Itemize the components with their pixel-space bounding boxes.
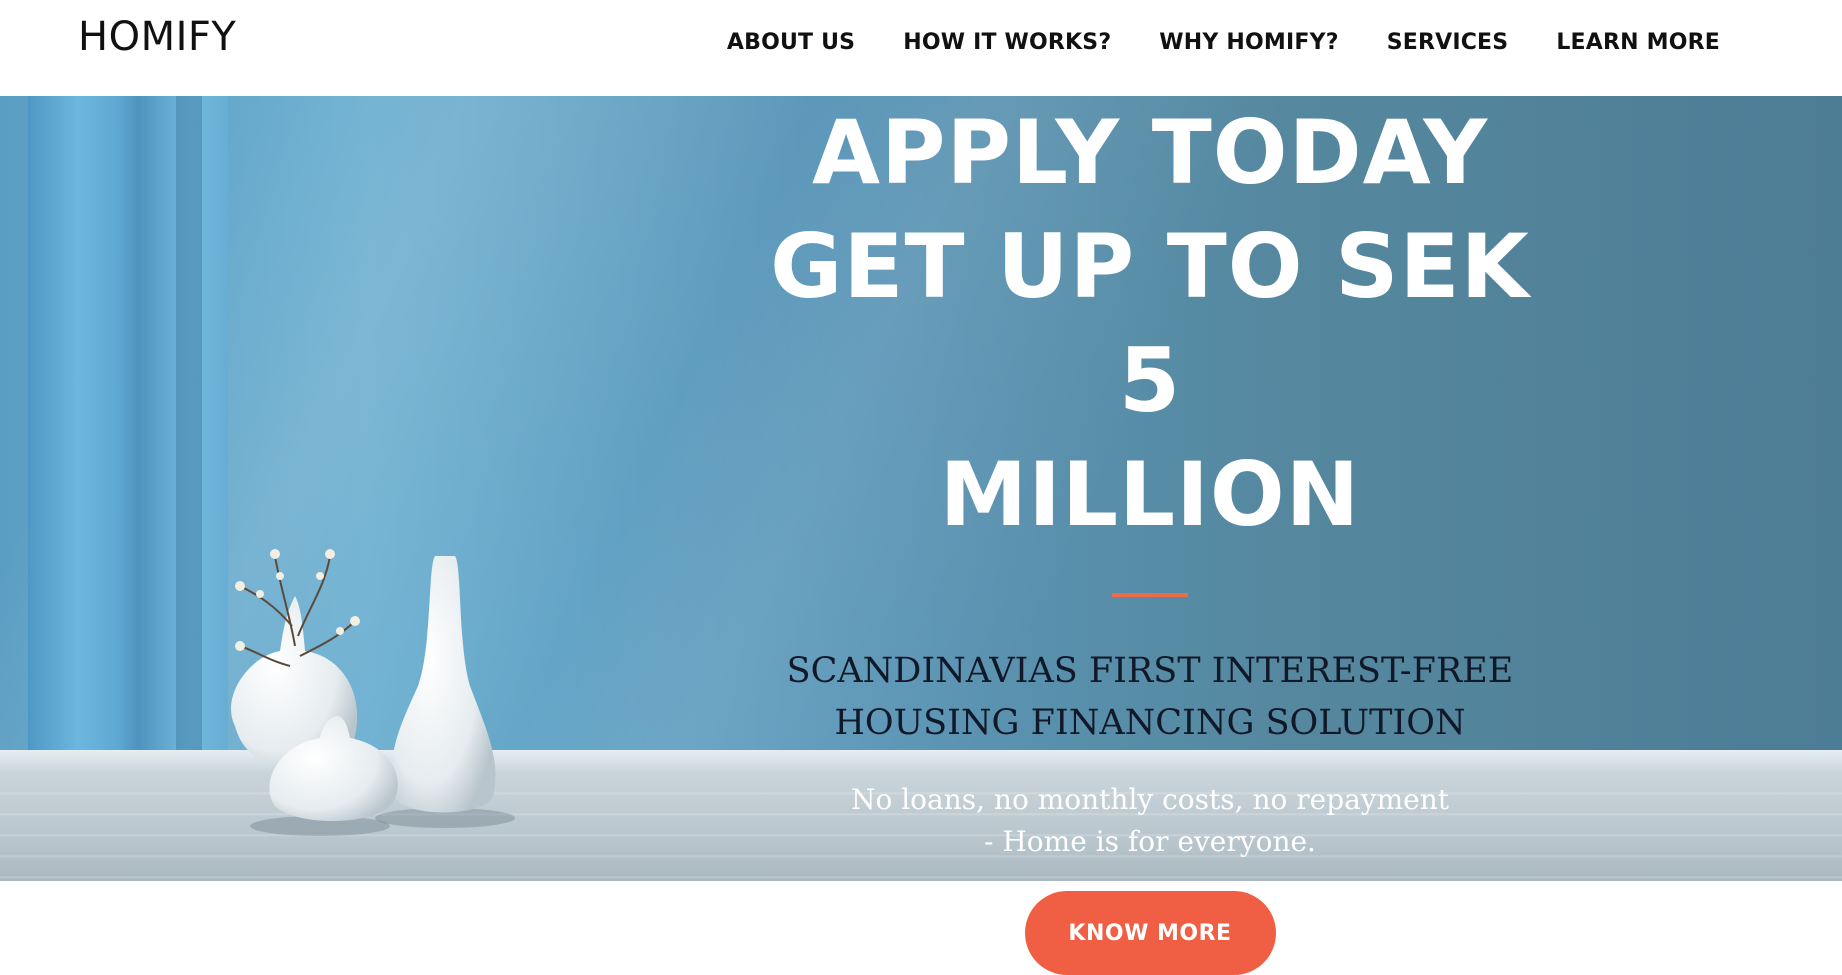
vases-illustration: [231, 549, 515, 836]
nav-about-us[interactable]: ABOUT US: [727, 30, 855, 55]
brand-logo[interactable]: HOMIFY: [78, 14, 236, 60]
top-navbar: HOMIFY ABOUT US HOW IT WORKS? WHY HOMIFY…: [0, 0, 1842, 96]
nav-learn-more[interactable]: LEARN MORE: [1556, 30, 1720, 55]
tagline-line-1: No loans, no monthly costs, no repayment: [850, 783, 1450, 816]
headline-line-1: APPLY TODAY: [811, 101, 1489, 204]
subheadline-line-2: HOUSING FINANCING SOLUTION: [834, 703, 1466, 743]
main-nav: ABOUT US HOW IT WORKS? WHY HOMIFY? SERVI…: [727, 30, 1720, 55]
hero-text-block: APPLY TODAY GET UP TO SEK 5 MILLION SCAN…: [730, 96, 1570, 975]
hero-headline: APPLY TODAY GET UP TO SEK 5 MILLION: [730, 96, 1570, 552]
nav-why-homify[interactable]: WHY HOMIFY?: [1159, 30, 1338, 55]
subheadline-line-1: SCANDINAVIAS FIRST INTEREST-FREE: [786, 651, 1514, 691]
tagline-line-2: - Home is for everyone.: [984, 825, 1316, 858]
nav-services[interactable]: SERVICES: [1387, 30, 1509, 55]
hero-subheadline: SCANDINAVIAS FIRST INTEREST-FREE HOUSING…: [770, 645, 1530, 749]
headline-line-2: GET UP TO SEK 5: [770, 215, 1530, 432]
hero-tagline: No loans, no monthly costs, no repayment…: [830, 779, 1470, 863]
nav-how-it-works[interactable]: HOW IT WORKS?: [903, 30, 1111, 55]
accent-divider: [1112, 593, 1188, 597]
headline-line-3: MILLION: [939, 443, 1361, 546]
know-more-button[interactable]: KNOW MORE: [1024, 891, 1276, 975]
